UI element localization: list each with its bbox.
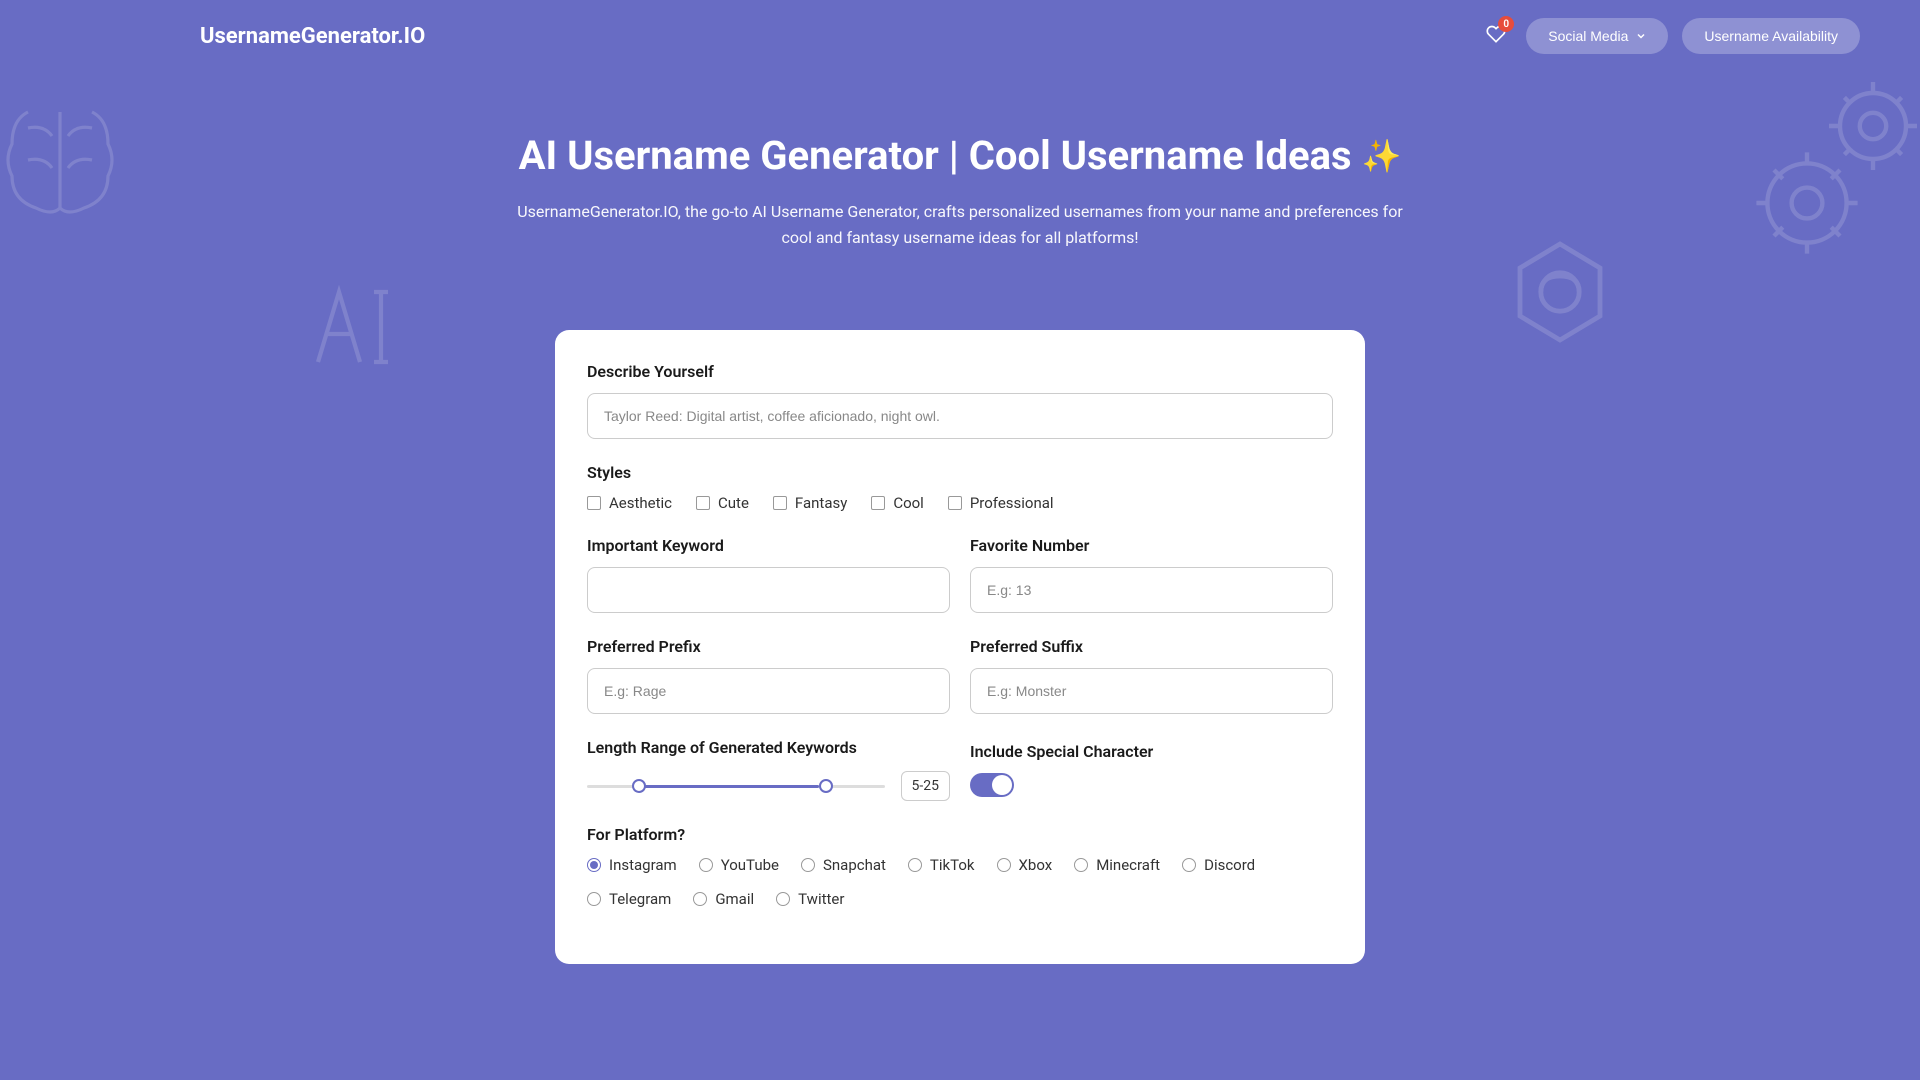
keyword-label: Important Keyword bbox=[587, 536, 950, 555]
special-char-toggle[interactable] bbox=[970, 773, 1014, 797]
checkbox-icon bbox=[696, 496, 710, 510]
availability-label: Username Availability bbox=[1704, 28, 1838, 44]
checkbox-icon bbox=[948, 496, 962, 510]
chevron-down-icon bbox=[1636, 31, 1646, 41]
keyword-group: Important Keyword bbox=[587, 536, 950, 613]
radio-youtube[interactable]: YouTube bbox=[699, 856, 779, 874]
checkbox-icon bbox=[587, 496, 601, 510]
sparkle-icon: ✨ bbox=[1362, 137, 1402, 175]
styles-checkboxes: Aesthetic Cute Fantasy Cool Professional bbox=[587, 494, 1333, 512]
checkbox-label: Cool bbox=[893, 494, 924, 512]
favorite-number-label: Favorite Number bbox=[970, 536, 1333, 555]
checkbox-cool[interactable]: Cool bbox=[871, 494, 924, 512]
gears-decoration-icon bbox=[1730, 60, 1920, 280]
checkbox-label: Cute bbox=[718, 494, 749, 512]
range-handle-min[interactable] bbox=[632, 779, 646, 793]
platform-label: For Platform? bbox=[587, 825, 1333, 844]
radio-gmail[interactable]: Gmail bbox=[693, 890, 754, 908]
length-label: Length Range of Generated Keywords bbox=[587, 738, 950, 757]
length-group: Length Range of Generated Keywords 5-25 bbox=[587, 738, 950, 801]
radio-xbox[interactable]: Xbox bbox=[997, 856, 1053, 874]
length-display: 5-25 bbox=[901, 771, 950, 801]
title-text: AI Username Generator | Cool Username Id… bbox=[519, 132, 1352, 179]
styles-label: Styles bbox=[587, 463, 1333, 482]
keyword-input[interactable] bbox=[587, 567, 950, 613]
ai-decoration-icon bbox=[290, 250, 430, 390]
favorites-badge: 0 bbox=[1498, 16, 1514, 32]
special-char-group: Include Special Character bbox=[970, 742, 1333, 801]
favorite-number-input[interactable] bbox=[970, 567, 1333, 613]
page-title: AI Username Generator | Cool Username Id… bbox=[519, 132, 1402, 179]
radio-icon bbox=[776, 892, 790, 906]
describe-group: Describe Yourself bbox=[587, 362, 1333, 439]
radio-label: Discord bbox=[1204, 856, 1255, 874]
checkbox-icon bbox=[871, 496, 885, 510]
radio-icon bbox=[997, 858, 1011, 872]
radio-label: Snapchat bbox=[823, 856, 886, 874]
range-handle-max[interactable] bbox=[819, 779, 833, 793]
social-media-label: Social Media bbox=[1548, 28, 1628, 44]
radio-label: Minecraft bbox=[1096, 856, 1160, 874]
radio-icon bbox=[1182, 858, 1196, 872]
checkbox-label: Fantasy bbox=[795, 494, 847, 512]
suffix-input[interactable] bbox=[970, 668, 1333, 714]
radio-label: Instagram bbox=[609, 856, 677, 874]
radio-instagram[interactable]: Instagram bbox=[587, 856, 677, 874]
radio-label: Twitter bbox=[798, 890, 844, 908]
radio-icon bbox=[1074, 858, 1088, 872]
checkbox-label: Aesthetic bbox=[609, 494, 672, 512]
radio-icon bbox=[908, 858, 922, 872]
describe-label: Describe Yourself bbox=[587, 362, 1333, 381]
radio-label: Telegram bbox=[609, 890, 671, 908]
checkbox-professional[interactable]: Professional bbox=[948, 494, 1054, 512]
special-char-label: Include Special Character bbox=[970, 742, 1333, 761]
favorite-number-group: Favorite Number bbox=[970, 536, 1333, 613]
radio-snapchat[interactable]: Snapchat bbox=[801, 856, 886, 874]
radio-icon bbox=[693, 892, 707, 906]
radio-label: TikTok bbox=[930, 856, 975, 874]
prefix-group: Preferred Prefix bbox=[587, 637, 950, 714]
radio-label: Gmail bbox=[715, 890, 754, 908]
suffix-group: Preferred Suffix bbox=[970, 637, 1333, 714]
radio-label: Xbox bbox=[1019, 856, 1053, 874]
range-row: 5-25 bbox=[587, 771, 950, 801]
suffix-label: Preferred Suffix bbox=[970, 637, 1333, 656]
hex-decoration-icon bbox=[1480, 220, 1640, 380]
radio-icon bbox=[587, 858, 601, 872]
radio-icon bbox=[699, 858, 713, 872]
toggle-knob bbox=[992, 775, 1012, 795]
generator-form: Describe Yourself Styles Aesthetic Cute … bbox=[555, 330, 1365, 964]
radio-telegram[interactable]: Telegram bbox=[587, 890, 671, 908]
length-slider[interactable] bbox=[587, 785, 885, 788]
checkbox-label: Professional bbox=[970, 494, 1054, 512]
logo[interactable]: UsernameGenerator.IO bbox=[60, 24, 425, 49]
styles-group: Styles Aesthetic Cute Fantasy Cool Profe… bbox=[587, 463, 1333, 512]
radio-icon bbox=[587, 892, 601, 906]
checkbox-icon bbox=[773, 496, 787, 510]
availability-button[interactable]: Username Availability bbox=[1682, 18, 1860, 54]
social-media-dropdown[interactable]: Social Media bbox=[1526, 18, 1668, 54]
checkbox-fantasy[interactable]: Fantasy bbox=[773, 494, 847, 512]
checkbox-aesthetic[interactable]: Aesthetic bbox=[587, 494, 672, 512]
prefix-label: Preferred Prefix bbox=[587, 637, 950, 656]
brain-decoration-icon bbox=[0, 80, 140, 240]
radio-twitter[interactable]: Twitter bbox=[776, 890, 844, 908]
radio-discord[interactable]: Discord bbox=[1182, 856, 1255, 874]
platform-radios: Instagram YouTube Snapchat TikTok Xbox M… bbox=[587, 856, 1333, 908]
hero-section: AI Username Generator | Cool Username Id… bbox=[460, 72, 1460, 290]
range-fill bbox=[641, 785, 820, 788]
radio-icon bbox=[801, 858, 815, 872]
radio-tiktok[interactable]: TikTok bbox=[908, 856, 975, 874]
prefix-input[interactable] bbox=[587, 668, 950, 714]
hero-subtitle: UsernameGenerator.IO, the go-to AI Usern… bbox=[500, 199, 1420, 250]
checkbox-cute[interactable]: Cute bbox=[696, 494, 749, 512]
radio-minecraft[interactable]: Minecraft bbox=[1074, 856, 1160, 874]
platform-group: For Platform? Instagram YouTube Snapchat… bbox=[587, 825, 1333, 908]
radio-label: YouTube bbox=[721, 856, 779, 874]
nav-right: 0 Social Media Username Availability bbox=[1480, 18, 1860, 54]
header: UsernameGenerator.IO 0 Social Media User… bbox=[0, 0, 1920, 72]
describe-input[interactable] bbox=[587, 393, 1333, 439]
favorites-button[interactable]: 0 bbox=[1480, 18, 1512, 54]
